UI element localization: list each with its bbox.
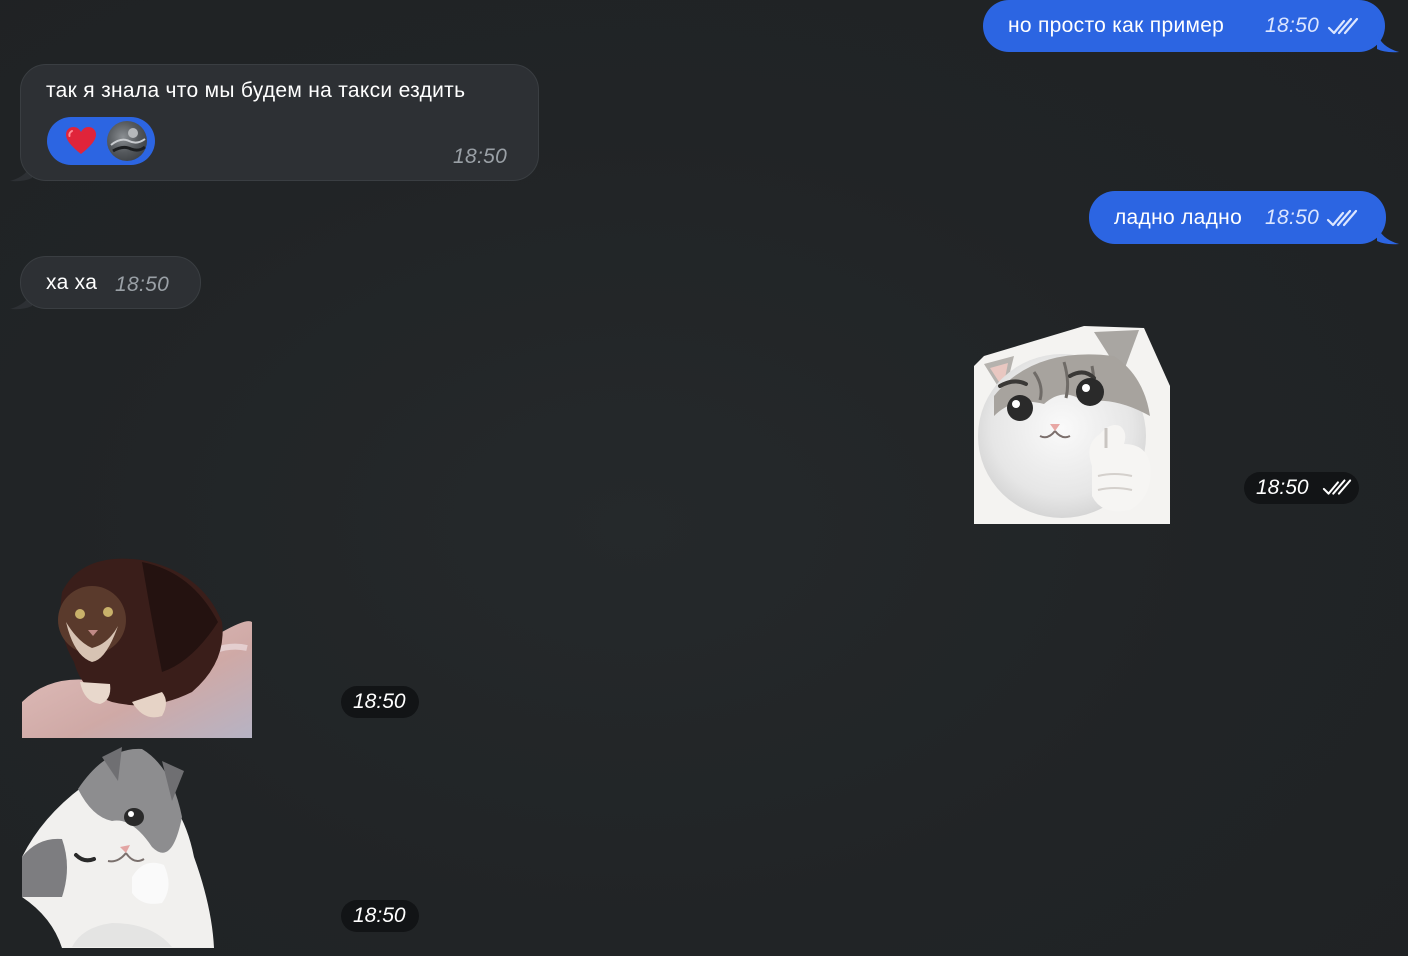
double-check-icon [1327, 17, 1359, 35]
double-check-icon [1326, 209, 1358, 227]
message-time-pill: 18:50 [341, 686, 419, 718]
message-text: но просто как пример [1008, 14, 1225, 37]
message-bubble-outgoing[interactable]: ладно ладно 18:50 [1089, 191, 1386, 244]
message-text: ха ха [46, 271, 98, 294]
message-text: ладно ладно [1114, 206, 1243, 229]
double-check-icon [1322, 479, 1352, 495]
message-time-pill: 18:50 [341, 900, 419, 932]
user-avatar [107, 121, 147, 161]
reaction-chip[interactable] [47, 117, 155, 165]
bubble-tail [1377, 33, 1399, 53]
message-bubble-outgoing[interactable]: но просто как пример 18:50 [983, 0, 1385, 52]
message-time: 18:50 [353, 904, 406, 927]
message-bubble-incoming[interactable]: так я знала что мы будем на такси ездить… [20, 64, 539, 181]
bubble-tail [1377, 225, 1399, 245]
message-time: 18:50 [1265, 206, 1320, 229]
message-text: так я знала что мы будем на такси ездить [46, 79, 466, 102]
sticker-winking-cat[interactable] [22, 747, 214, 948]
message-time-pill: 18:50 [1244, 472, 1359, 504]
sticker-cat-thumbs-up[interactable] [974, 326, 1170, 524]
message-time: 18:50 [1256, 476, 1309, 499]
heart-icon [66, 127, 96, 154]
message-time: 18:50 [453, 145, 508, 168]
chat-area[interactable]: но просто как пример 18:50 так я знала ч… [0, 0, 1408, 956]
message-time: 18:50 [1265, 14, 1320, 37]
message-time: 18:50 [353, 690, 406, 713]
message-time: 18:50 [115, 273, 170, 296]
message-bubble-incoming[interactable]: ха ха 18:50 [20, 256, 201, 309]
sticker-dark-cat[interactable] [22, 552, 252, 738]
